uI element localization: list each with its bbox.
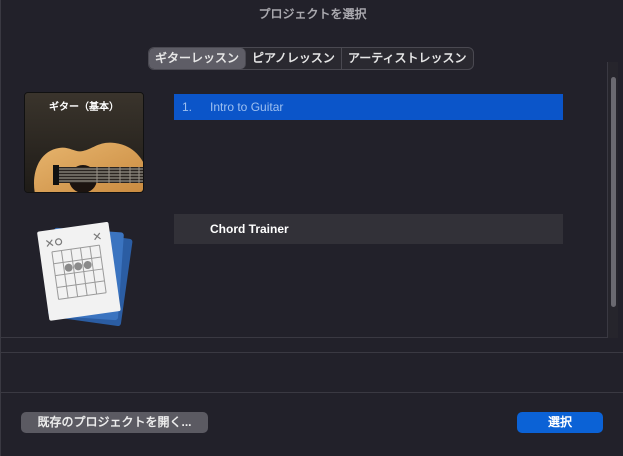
lesson-row-chord-trainer[interactable]: Chord Trainer bbox=[174, 214, 563, 244]
guitar-basics-card[interactable]: ギター（基本） bbox=[24, 92, 144, 193]
open-existing-project-button[interactable]: 既存のプロジェクトを開く... bbox=[21, 412, 208, 433]
lesson-title: Chord Trainer bbox=[210, 222, 289, 236]
tab-guitar-lessons[interactable]: ギターレッスン bbox=[149, 48, 247, 69]
tab-piano-lessons[interactable]: ピアノレッスン bbox=[246, 48, 342, 69]
card-title: ギター（基本） bbox=[49, 102, 119, 113]
vertical-scrollbar[interactable] bbox=[607, 62, 618, 338]
chord-trainer-icon[interactable] bbox=[29, 220, 141, 328]
lesson-title: Intro to Guitar bbox=[210, 100, 284, 114]
tab-artist-lessons[interactable]: アーティストレッスン bbox=[342, 48, 473, 69]
lesson-row-intro-to-guitar[interactable]: 1. Intro to Guitar bbox=[174, 94, 563, 120]
project-chooser-window: プロジェクトを選択 ギターレッスン ピアノレッスン アーティストレッスン ギター… bbox=[0, 0, 623, 456]
divider bbox=[1, 392, 623, 393]
window-title: プロジェクトを選択 bbox=[258, 7, 367, 21]
divider bbox=[1, 352, 623, 353]
lesson-category-tabs: ギターレッスン ピアノレッスン アーティストレッスン bbox=[148, 47, 474, 70]
lesson-list: ギター（基本） 1. Intro to Guitar Chord Trainer bbox=[1, 82, 609, 338]
scrollbar-thumb[interactable] bbox=[611, 77, 616, 307]
lesson-number: 1. bbox=[182, 100, 193, 114]
select-button[interactable]: 選択 bbox=[517, 412, 603, 433]
